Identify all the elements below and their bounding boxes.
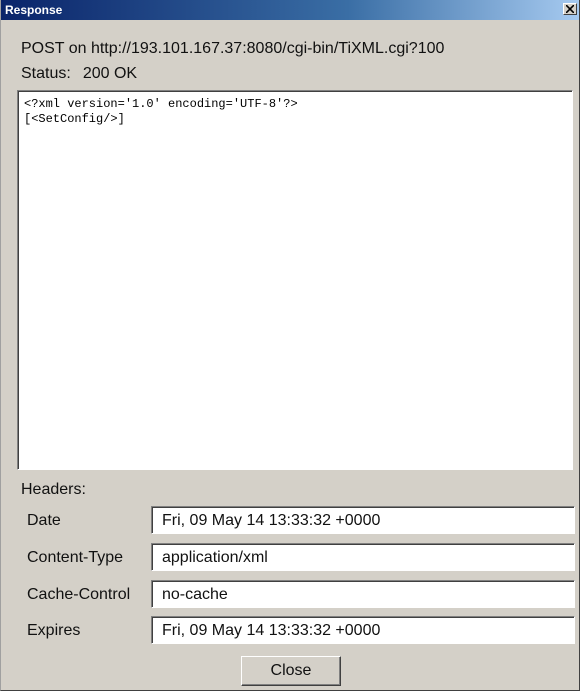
response-body-textarea[interactable]: <?xml version='1.0' encoding='UTF-8'?> [… [17, 90, 573, 470]
header-name-content-type: Content-Type [27, 549, 124, 566]
header-name-cache-control: Cache-Control [27, 586, 131, 603]
title-bar[interactable]: Response [1, 0, 579, 20]
window-title: Response [5, 3, 63, 17]
status-label: Status: [21, 65, 71, 82]
close-icon [566, 5, 574, 13]
header-name-date: Date [27, 512, 61, 529]
title-close-button[interactable] [563, 3, 577, 15]
header-name-expires: Expires [27, 622, 81, 639]
response-dialog: Response POST on http://193.101.167.37:8… [0, 0, 580, 691]
header-value-content-type[interactable]: application/xml [151, 543, 575, 571]
header-value-date[interactable]: Fri, 09 May 14 13:33:32 +0000 [151, 506, 575, 534]
headers-label: Headers: [21, 481, 86, 498]
header-value-expires[interactable]: Fri, 09 May 14 13:33:32 +0000 [151, 616, 575, 644]
status-line: Status: 200 OK [21, 65, 137, 83]
close-button[interactable]: Close [241, 656, 341, 686]
header-value-cache-control[interactable]: no-cache [151, 580, 575, 608]
request-line: POST on http://193.101.167.37:8080/cgi-b… [21, 40, 445, 57]
status-value: 200 OK [82, 65, 138, 82]
